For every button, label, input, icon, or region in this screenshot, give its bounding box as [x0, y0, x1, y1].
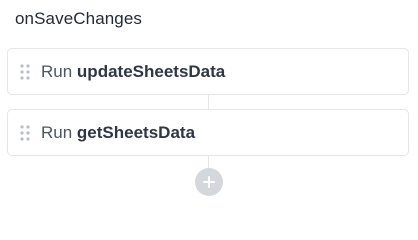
- step-connector-line: [208, 95, 209, 109]
- step-verb: Run: [41, 122, 73, 142]
- step-card-get-sheets-data[interactable]: Run getSheetsData: [7, 109, 409, 156]
- step-label: Run updateSheetsData: [41, 61, 225, 83]
- step-function-name: updateSheetsData: [76, 61, 226, 81]
- step-card-update-sheets-data[interactable]: Run updateSheetsData: [7, 48, 409, 95]
- handler-title: onSaveChanges: [15, 9, 143, 28]
- step-label: Run getSheetsData: [41, 122, 195, 144]
- step-function-name: getSheetsData: [76, 122, 196, 142]
- plus-icon: [203, 176, 215, 188]
- event-handler-panel: onSaveChanges Run updateSheetsData Run g…: [0, 0, 418, 202]
- drag-handle-icon[interactable]: [20, 124, 30, 141]
- add-step-button[interactable]: [195, 168, 223, 196]
- step-verb: Run: [41, 61, 73, 81]
- drag-handle-icon[interactable]: [20, 63, 30, 80]
- step-connector-line: [208, 156, 209, 168]
